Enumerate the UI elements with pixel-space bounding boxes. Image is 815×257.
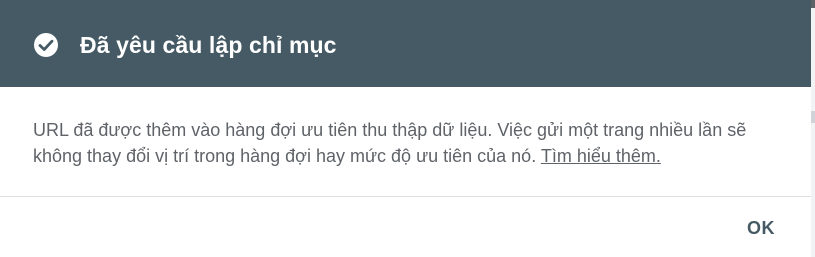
background-dark-edge (811, 0, 815, 8)
dialog-title: Đã yêu cầu lập chỉ mục (80, 32, 337, 58)
check-circle-icon (33, 32, 59, 58)
dialog-header: Đã yêu cầu lập chỉ mục (0, 0, 811, 87)
background-strip (811, 0, 815, 257)
dialog-message: URL đã được thêm vào hàng đợi ưu tiên th… (33, 117, 793, 169)
background-mark (811, 111, 815, 123)
dialog-divider (0, 196, 811, 197)
learn-more-link[interactable]: Tìm hiểu thêm. (541, 146, 661, 166)
indexing-requested-dialog: Đã yêu cầu lập chỉ mục URL đã được thêm … (0, 0, 811, 257)
ok-button[interactable]: OK (730, 208, 792, 248)
